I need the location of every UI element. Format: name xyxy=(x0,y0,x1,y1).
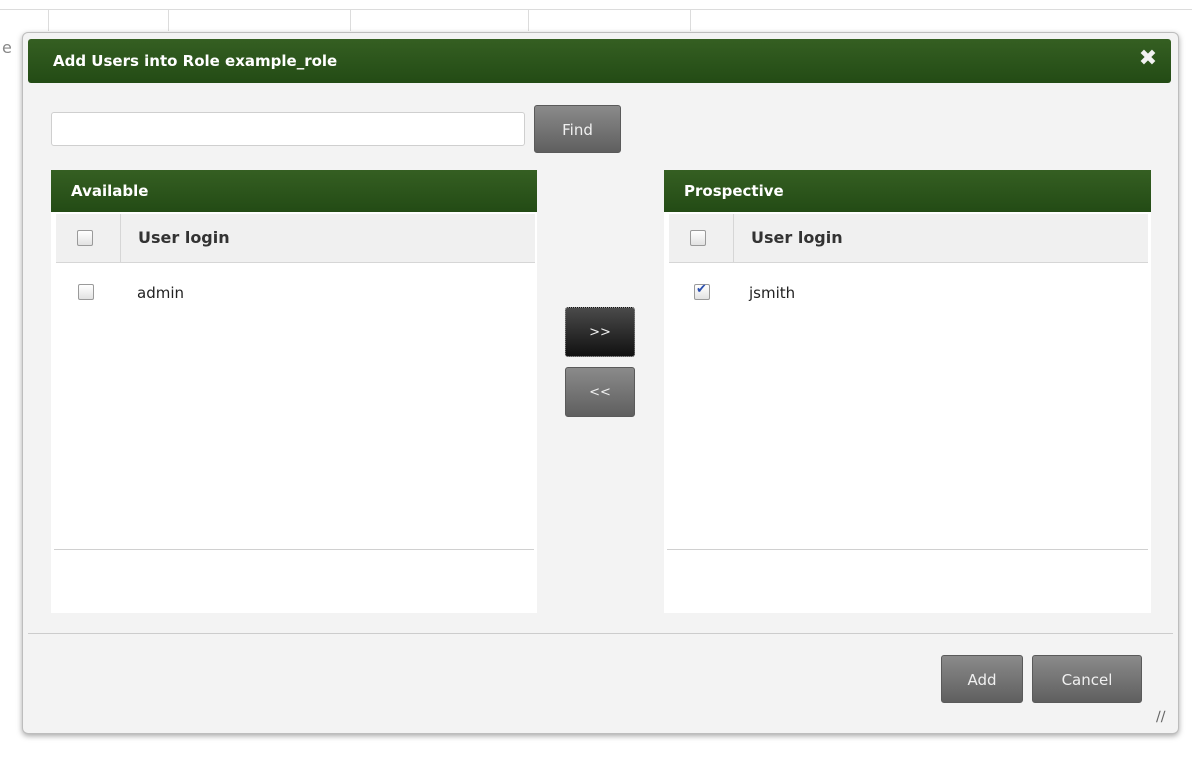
row-checkbox-admin[interactable] xyxy=(78,284,94,300)
move-left-button[interactable]: << xyxy=(565,367,635,417)
prospective-column-header: User login xyxy=(669,214,1148,263)
add-button[interactable]: Add xyxy=(941,655,1023,703)
prospective-panel: Prospective User login jsmith xyxy=(664,170,1151,613)
prospective-header: Prospective xyxy=(664,170,1151,212)
prospective-column-label[interactable]: User login xyxy=(751,228,843,247)
cancel-button[interactable]: Cancel xyxy=(1032,655,1142,703)
resize-grip-icon[interactable]: ∕∕ xyxy=(1156,709,1172,725)
table-footer-divider xyxy=(54,549,534,550)
available-select-all-checkbox[interactable] xyxy=(77,230,93,246)
background-divider xyxy=(690,9,691,31)
background-divider xyxy=(350,9,351,31)
background-toolbar xyxy=(0,0,1192,32)
search-input[interactable] xyxy=(51,112,525,146)
available-header: Available xyxy=(51,170,537,212)
available-panel: Available User login admin xyxy=(51,170,537,613)
prospective-header-label: Prospective xyxy=(684,182,784,200)
background-divider xyxy=(0,9,1192,10)
add-users-dialog: Add Users into Role example_role ✖ Find … xyxy=(22,32,1179,734)
background-divider xyxy=(528,9,529,31)
available-header-label: Available xyxy=(71,182,149,200)
user-login: jsmith xyxy=(749,284,796,302)
dialog-titlebar[interactable]: Add Users into Role example_role ✖ xyxy=(28,39,1171,83)
table-footer-divider xyxy=(667,549,1148,550)
prospective-select-all-checkbox[interactable] xyxy=(690,230,706,246)
row-checkbox-jsmith[interactable] xyxy=(694,282,710,300)
available-column-label[interactable]: User login xyxy=(138,228,230,247)
select-all-cell xyxy=(56,214,121,262)
user-login: admin xyxy=(137,284,184,302)
select-all-cell xyxy=(669,214,734,262)
find-button[interactable]: Find xyxy=(534,105,621,153)
background-text: e xyxy=(2,38,12,57)
available-column-header: User login xyxy=(56,214,535,263)
close-icon[interactable]: ✖ xyxy=(1137,48,1159,70)
move-right-button[interactable]: >> xyxy=(565,307,635,357)
background-divider xyxy=(168,9,169,31)
dialog-footer-divider xyxy=(28,633,1173,634)
dialog-title: Add Users into Role example_role xyxy=(53,52,338,70)
background-divider xyxy=(48,9,49,31)
